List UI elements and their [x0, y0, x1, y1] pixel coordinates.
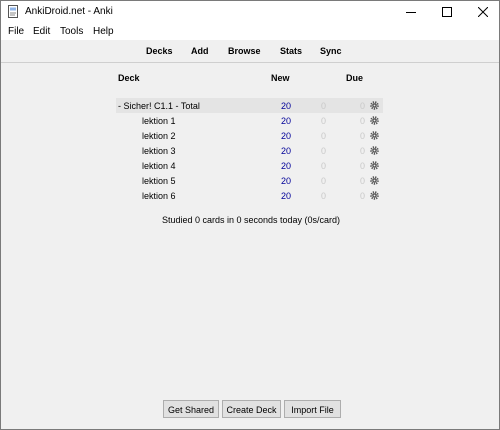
deck-learn-count: 0	[320, 116, 326, 126]
anki-main-window: AnkiDroid.net - Anki File Edit Tools Hel…	[0, 0, 500, 430]
deck-row: lektion 1 20 0 0	[116, 113, 383, 128]
deck-new-count: 20	[280, 176, 291, 186]
close-button[interactable]	[465, 1, 500, 23]
toolbar-sync-link[interactable]: Sync	[320, 46, 342, 56]
deck-new-count: 20	[280, 191, 291, 201]
deck-due-count: 0	[359, 146, 365, 156]
deck-name-link[interactable]: lektion 4	[142, 161, 176, 171]
minimize-button[interactable]	[393, 1, 429, 23]
minimize-icon	[406, 12, 416, 13]
deck-row: lektion 6 20 0 0	[116, 188, 383, 203]
menu-help[interactable]: Help	[93, 26, 114, 37]
deck-name-link[interactable]: - Sicher! C1.1 - Total	[118, 101, 200, 111]
close-icon	[478, 7, 488, 17]
deck-due-count: 0	[359, 191, 365, 201]
toolbar-add-link[interactable]: Add	[191, 46, 209, 56]
toolbar-decks-link[interactable]: Decks	[146, 46, 173, 56]
deck-due-count: 0	[359, 131, 365, 141]
title-bar[interactable]: AnkiDroid.net - Anki	[1, 1, 499, 23]
deck-options-gear-icon[interactable]	[369, 145, 380, 156]
deck-learn-count: 0	[320, 161, 326, 171]
deck-new-count: 20	[280, 116, 291, 126]
new-column-header: New	[271, 73, 290, 83]
deck-name-link[interactable]: lektion 3	[142, 146, 176, 156]
maximize-icon	[442, 7, 452, 17]
deck-new-count: 20	[280, 161, 291, 171]
toolbar-stats-link[interactable]: Stats	[280, 46, 302, 56]
window-title: AnkiDroid.net - Anki	[25, 6, 113, 17]
menu-bar: File Edit Tools Help	[1, 23, 499, 40]
deck-new-count: 20	[280, 131, 291, 141]
studied-today-text: Studied 0 cards in 0 seconds today (0s/c…	[161, 215, 341, 225]
menu-tools[interactable]: Tools	[60, 26, 83, 37]
deck-name-link[interactable]: lektion 6	[142, 191, 176, 201]
deck-options-gear-icon[interactable]	[369, 100, 380, 111]
menu-edit[interactable]: Edit	[33, 26, 50, 37]
deck-due-count: 0	[359, 116, 365, 126]
due-column-header: Due	[346, 73, 364, 83]
deck-row: lektion 4 20 0 0	[116, 158, 383, 173]
deck-row: lektion 2 20 0 0	[116, 128, 383, 143]
deck-options-gear-icon[interactable]	[369, 175, 380, 186]
deck-learn-count: 0	[320, 176, 326, 186]
deck-due-count: 0	[359, 101, 365, 111]
deck-row: lektion 3 20 0 0	[116, 143, 383, 158]
deck-options-gear-icon[interactable]	[369, 115, 380, 126]
deck-options-gear-icon[interactable]	[369, 190, 380, 201]
deck-new-count: 20	[280, 146, 291, 156]
menu-file[interactable]: File	[8, 26, 24, 37]
deck-due-count: 0	[359, 176, 365, 186]
deck-row: - Sicher! C1.1 - Total 20 0 0	[116, 98, 383, 113]
deck-row: lektion 5 20 0 0	[116, 173, 383, 188]
import-file-button[interactable]: Import File	[284, 400, 341, 418]
deck-options-gear-icon[interactable]	[369, 130, 380, 141]
deck-name-link[interactable]: lektion 5	[142, 176, 176, 186]
deck-name-link[interactable]: lektion 1	[142, 116, 176, 126]
deck-learn-count: 0	[320, 101, 326, 111]
deck-due-count: 0	[359, 161, 365, 171]
get-shared-button[interactable]: Get Shared	[163, 400, 219, 418]
maximize-button[interactable]	[429, 1, 465, 23]
deck-name-link[interactable]: lektion 2	[142, 131, 176, 141]
toolbar: Decks Add Browse Stats Sync	[1, 40, 499, 63]
anki-app-icon	[8, 5, 18, 18]
deck-column-header: Deck	[118, 73, 140, 83]
deck-new-count: 20	[280, 101, 291, 111]
create-deck-button[interactable]: Create Deck	[222, 400, 281, 418]
deck-options-gear-icon[interactable]	[369, 160, 380, 171]
deck-learn-count: 0	[320, 146, 326, 156]
toolbar-browse-link[interactable]: Browse	[228, 46, 261, 56]
deck-learn-count: 0	[320, 131, 326, 141]
deck-learn-count: 0	[320, 191, 326, 201]
